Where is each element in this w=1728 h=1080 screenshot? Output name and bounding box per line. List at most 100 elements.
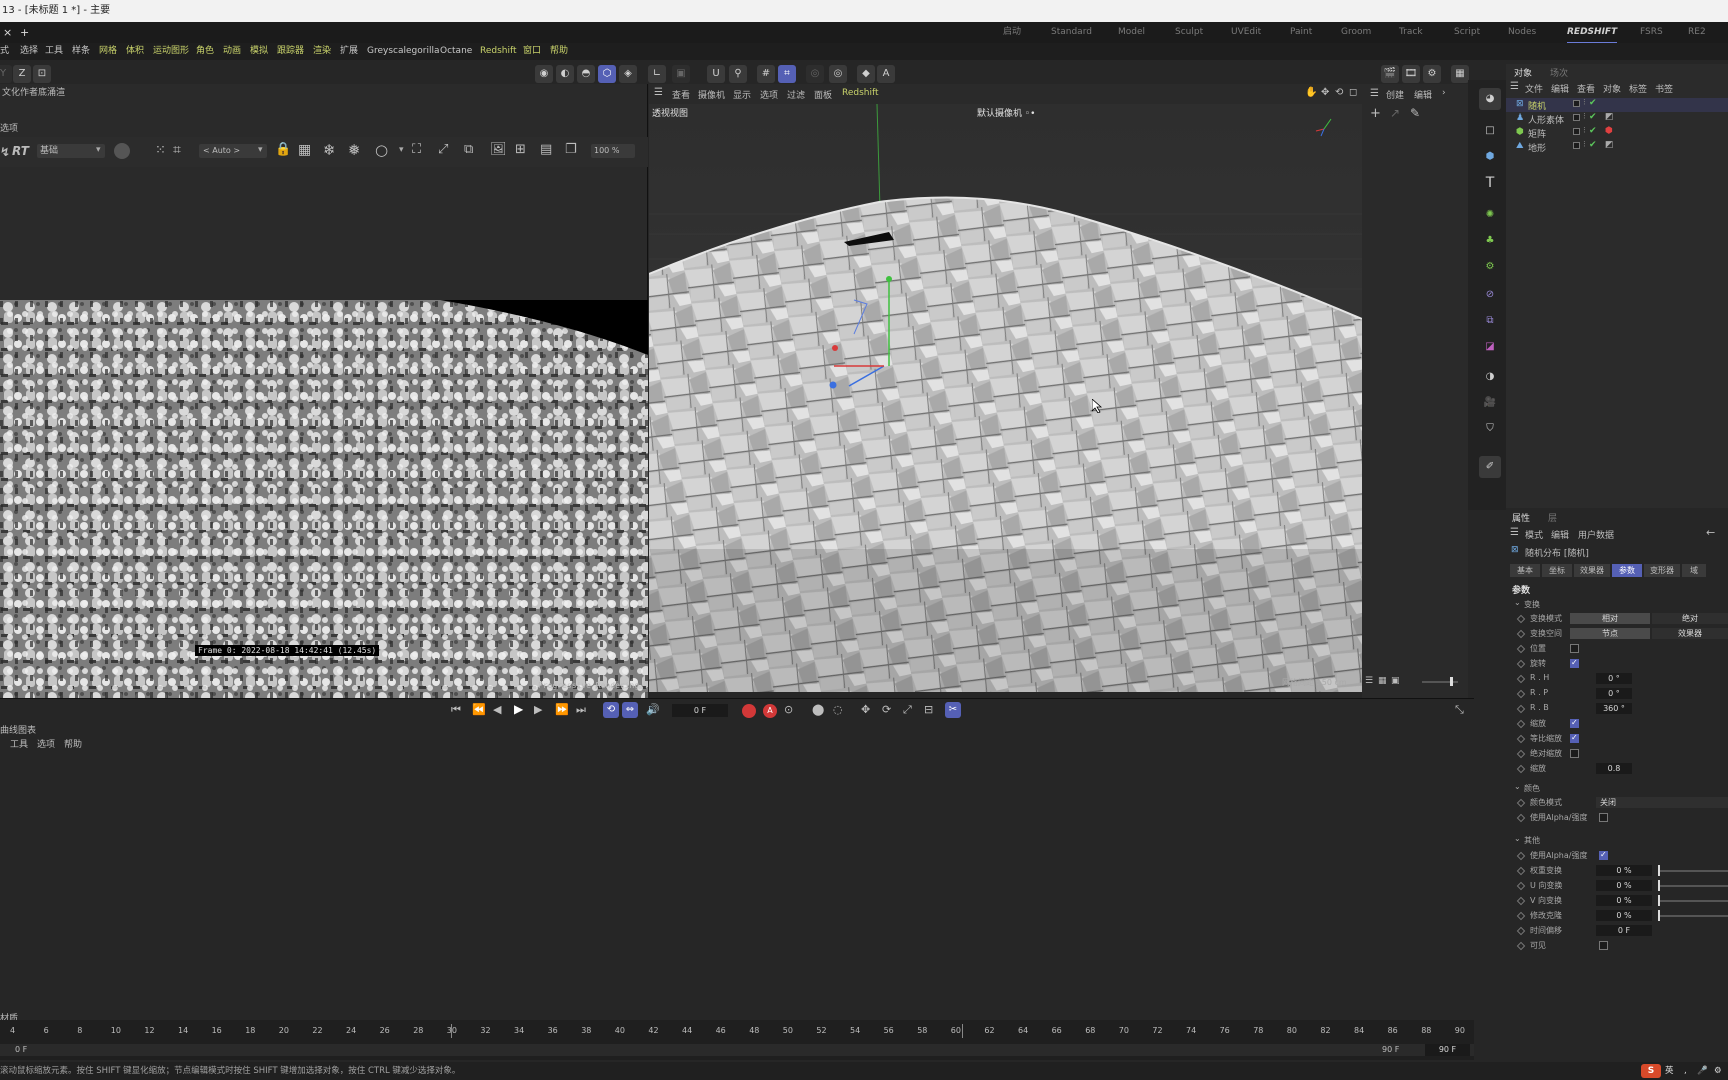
keyframe-diamond-icon[interactable]	[1516, 798, 1526, 808]
axis-mode-icon[interactable]: ∟	[648, 65, 666, 83]
layout-tab-fsrs[interactable]: FSRS	[1640, 22, 1663, 43]
model-mode-icon[interactable]: ◉	[535, 65, 553, 83]
graph-menu-options[interactable]: 选项	[37, 737, 55, 750]
object-name[interactable]: 矩阵	[1528, 127, 1546, 140]
keyframe-diamond-icon[interactable]	[1516, 813, 1526, 823]
side-hamburger-icon[interactable]: ☰	[1370, 88, 1379, 99]
add-point-icon[interactable]: +	[1370, 106, 1381, 121]
keyframe-diamond-icon[interactable]	[1516, 749, 1526, 759]
rh-input[interactable]: 0 °	[1596, 673, 1632, 684]
key-position-icon[interactable]: ⬤	[812, 703, 824, 716]
perspective-viewport[interactable]: ☰ 查看 摄像机 显示 选项 过滤 面板 Redshift ✋ ✥ ⟲ ◻ 透视…	[649, 84, 1362, 692]
keyframe-diamond-icon[interactable]	[1516, 704, 1526, 714]
menu-character[interactable]: 角色	[196, 43, 214, 60]
render-mode-select[interactable]: 基础	[37, 144, 105, 158]
snowflake-icon[interactable]: ❅	[348, 141, 361, 159]
layout-tab-redshift[interactable]: REDSHIFT	[1567, 22, 1618, 43]
add-snapshot-icon[interactable]: ⊞	[515, 142, 526, 157]
timeline-ruler[interactable]: 4681012141618202224262830323436384042444…	[0, 1020, 1474, 1060]
object-name[interactable]: 人形素体	[1528, 113, 1564, 126]
subdivision-icon[interactable]: ✺	[1479, 204, 1501, 226]
magnet-snap-icon[interactable]: U	[707, 65, 725, 83]
object-row[interactable]: ♟ 人形素体 ⁝ ✔ ◩	[1506, 112, 1728, 126]
weight-input[interactable]: 0 %	[1596, 865, 1652, 876]
subtab-params[interactable]: 参数	[1612, 564, 1642, 577]
layout-tab-model[interactable]: Model	[1118, 22, 1145, 43]
objects-menu-object[interactable]: 对象	[1603, 82, 1621, 95]
keyframe-diamond-icon[interactable]	[1516, 926, 1526, 936]
play-icon[interactable]: ▶	[514, 702, 523, 716]
ime-language[interactable]: 英	[1665, 1062, 1674, 1080]
keyframe-selection-icon[interactable]: ⊙	[784, 703, 793, 716]
effector-icon[interactable]: ⚙	[1479, 256, 1501, 278]
axis-y-lock-icon[interactable]: Y	[0, 65, 12, 83]
workplane-icon[interactable]: ⚲	[729, 65, 747, 83]
null-object-icon[interactable]: □	[1479, 120, 1501, 142]
layout-tab-sculpt[interactable]: Sculpt	[1175, 22, 1203, 43]
group-other-chevron-icon[interactable]: ⌄	[1514, 834, 1521, 843]
v-slider[interactable]	[1660, 900, 1728, 902]
ime-punct-icon[interactable]: ,	[1684, 1062, 1687, 1080]
snap-enable-icon[interactable]: ⌗	[778, 65, 796, 83]
range-slider[interactable]: 0 F 90 F 90 F	[0, 1044, 1474, 1056]
keyframe-diamond-icon[interactable]	[1516, 674, 1526, 684]
modclone-input[interactable]: 0 %	[1596, 910, 1652, 921]
v-input[interactable]: 0 %	[1596, 895, 1652, 906]
layout-tab-startup[interactable]: 启动	[1003, 22, 1021, 43]
u-slider[interactable]	[1660, 885, 1728, 887]
keyframe-diamond-icon[interactable]	[1516, 734, 1526, 744]
rotation-checkbox[interactable]	[1570, 658, 1579, 668]
group-color[interactable]: 颜色	[1524, 783, 1540, 794]
lock-icon[interactable]: 🔒	[275, 142, 291, 157]
position-checkbox[interactable]	[1570, 644, 1579, 653]
crop-icon[interactable]: ⌗	[173, 142, 181, 158]
volume-icon[interactable]: ◪	[1479, 336, 1501, 358]
view-switch-icon[interactable]: ▦	[1451, 65, 1469, 83]
close-tab-icon[interactable]: ×	[3, 22, 12, 43]
range-end[interactable]: 90 F	[1382, 1045, 1399, 1054]
visibility-dots-icon[interactable]: ⁝	[1583, 98, 1586, 108]
tag-icon[interactable]: ◩	[1605, 140, 1614, 150]
render-settings-icon[interactable]: ⚙	[1423, 65, 1441, 83]
object-row[interactable]: ⛰ 地形 ⁝ ✔ ◩	[1506, 140, 1728, 154]
absolute-scale-checkbox[interactable]	[1570, 749, 1579, 758]
keyframe-diamond-icon[interactable]	[1516, 614, 1526, 624]
point-level-anim-icon[interactable]: ✂	[945, 702, 961, 718]
deformer-icon[interactable]: ⊘	[1479, 284, 1501, 306]
graph-menu-tools[interactable]: 工具	[10, 737, 28, 750]
subtab-coords[interactable]: 坐标	[1542, 564, 1572, 577]
auto-key-icon[interactable]: A	[877, 65, 895, 83]
keyframe-diamond-icon[interactable]	[1516, 719, 1526, 729]
quantize-icon[interactable]: ◎	[829, 65, 847, 83]
layout-tab-script[interactable]: Script	[1454, 22, 1480, 43]
grid-dots-icon[interactable]: ⁙	[155, 143, 166, 158]
menu-tracker[interactable]: 跟踪器	[277, 43, 304, 60]
render-start-icon[interactable]: ↯	[0, 145, 10, 159]
object-row[interactable]: ⬢ 矩阵 ⁝ ✔ ⬢	[1506, 126, 1728, 140]
render-mode-chevron-icon[interactable]: ▾	[96, 145, 101, 155]
next-frame-icon[interactable]: ▶	[534, 703, 542, 716]
layout-tab-re2[interactable]: RE2	[1688, 22, 1706, 43]
point-mode-icon[interactable]: ◓	[577, 65, 595, 83]
viewport-menu-filter[interactable]: 过滤	[787, 88, 805, 101]
zoom-field[interactable]: 100 %	[591, 144, 635, 158]
thumb-view-icon[interactable]: ▣	[1391, 676, 1400, 686]
grid-view-icon[interactable]: ▦	[1378, 676, 1387, 686]
render-to-picture-viewer-icon[interactable]: 🎞	[1402, 65, 1420, 83]
layout-tab-standard[interactable]: Standard	[1051, 22, 1092, 43]
auto-keying-icon[interactable]: A	[763, 704, 777, 718]
objects-menu-edit[interactable]: 编辑	[1551, 82, 1569, 95]
rt-toggle[interactable]: RT	[12, 144, 29, 158]
light-icon[interactable]: ⛉	[1479, 418, 1501, 440]
edge-mode-icon[interactable]: ◈	[619, 65, 637, 83]
layout-tab-groom[interactable]: Groom	[1341, 22, 1371, 43]
side-edit-menu[interactable]: 编辑	[1414, 88, 1432, 101]
material-tag-icon[interactable]: ⬢	[1605, 126, 1613, 136]
axis-z-lock-button[interactable]: Z	[13, 65, 31, 83]
timeoffset-input[interactable]: 0 F	[1596, 925, 1652, 936]
arrow-tool-icon[interactable]: ↗	[1390, 106, 1400, 120]
current-frame-field[interactable]: 0 F	[672, 704, 728, 717]
objects-menu-view[interactable]: 查看	[1577, 82, 1595, 95]
subtab-effector[interactable]: 效果器	[1574, 564, 1610, 577]
menu-select[interactable]: 选择	[20, 43, 38, 60]
